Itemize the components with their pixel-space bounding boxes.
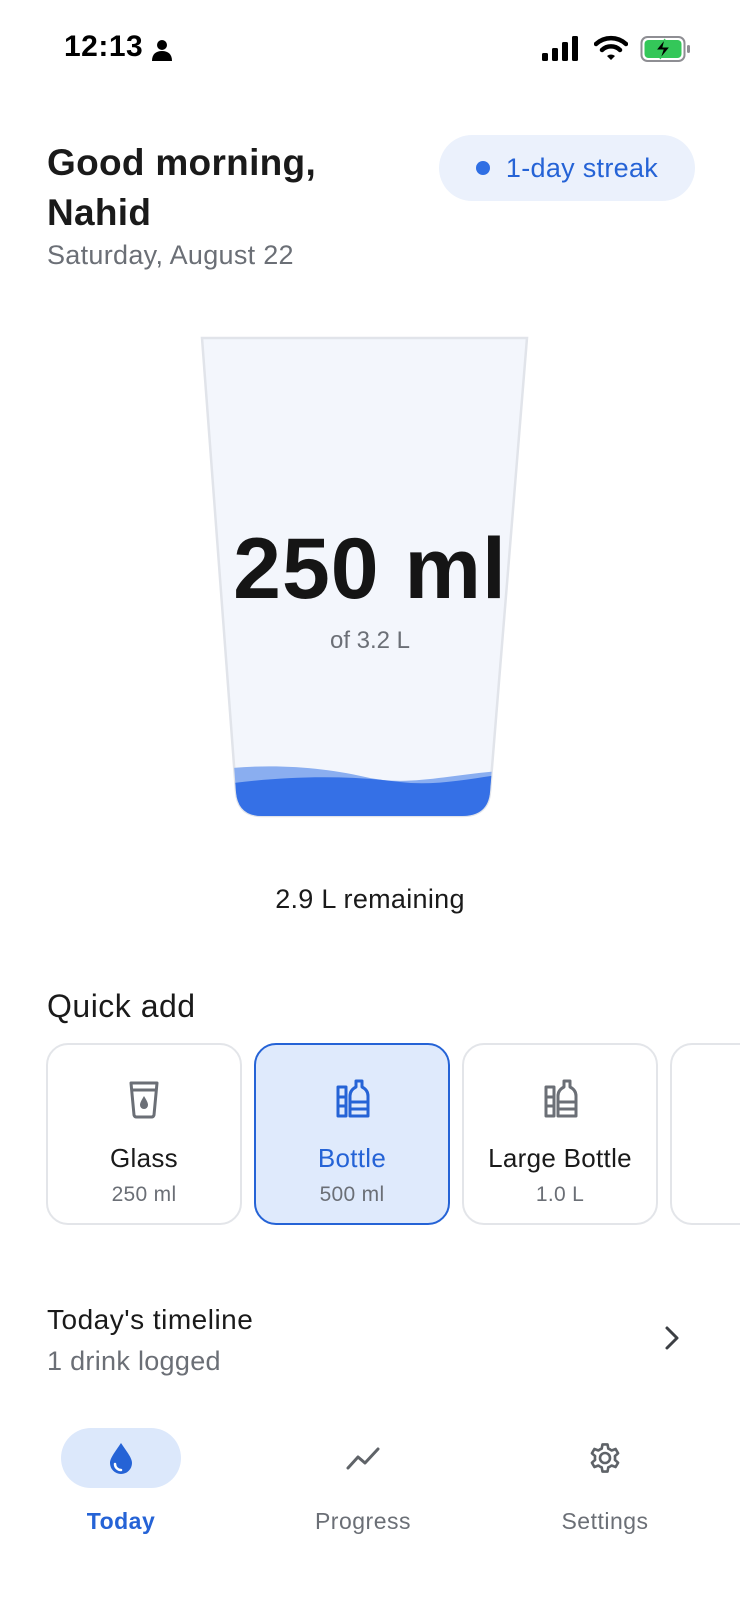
nav-label: Settings: [561, 1508, 649, 1534]
streak-label: 1-day streak: [505, 152, 659, 183]
quick-add-label: Glass: [110, 1143, 178, 1173]
streak-dot-icon: [475, 161, 490, 175]
quick-add-amount: 1.0 L: [535, 1183, 585, 1206]
trend-icon: [346, 1447, 380, 1470]
quick-add-large-bottle[interactable]: Large Bottle 1.0 L: [462, 1043, 658, 1225]
person-icon: [152, 40, 172, 61]
glass-icon: [129, 1081, 159, 1119]
timeline-title: Today's timeline: [47, 1304, 254, 1335]
signal-icon: [542, 36, 578, 61]
wifi-icon: [594, 35, 628, 60]
nav-tab-today[interactable]: Today: [31, 1420, 211, 1550]
quick-add-amount: 500 ml: [319, 1183, 385, 1206]
bottle-icon: [544, 1079, 578, 1118]
nav-tab-progress[interactable]: Progress: [273, 1420, 453, 1550]
battery-charging-icon: [640, 36, 690, 62]
current-date: Saturday, August 22: [47, 240, 294, 270]
quick-add-next-card[interactable]: [670, 1043, 740, 1225]
streak-badge[interactable]: 1-day streak: [439, 135, 695, 201]
intake-amount: 250 ml: [233, 521, 507, 617]
water-drop-icon: [110, 1443, 132, 1474]
nav-tab-settings[interactable]: Settings: [515, 1420, 695, 1550]
nav-label: Today: [86, 1508, 156, 1534]
gear-icon: [590, 1443, 620, 1473]
intake-goal: of 3.2 L: [329, 627, 411, 654]
quick-add-title: Quick add: [47, 988, 196, 1024]
quick-add-amount: 250 ml: [111, 1183, 177, 1206]
timeline-subtitle: 1 drink logged: [47, 1346, 221, 1376]
quick-add-bottle[interactable]: Bottle 500 ml: [254, 1043, 450, 1225]
status-time: 12:13: [64, 30, 144, 63]
bottom-navigation: Today Progress Settings: [0, 1420, 740, 1560]
quick-add-list: Glass 250 ml Bottle 500 ml Large Bottle …: [46, 1043, 740, 1225]
greeting-title: Good morning, Nahid: [47, 142, 317, 233]
chevron-right-icon: [665, 1326, 679, 1350]
quick-add-glass[interactable]: Glass 250 ml: [46, 1043, 242, 1225]
quick-add-label: Bottle: [317, 1143, 387, 1173]
bottle-icon: [336, 1079, 370, 1118]
remaining-text: 2.9 L remaining: [275, 884, 465, 914]
nav-label: Progress: [314, 1508, 412, 1534]
status-bar: 12:13: [0, 0, 740, 100]
timeline-row[interactable]: Today's timeline 1 drink logged: [0, 1290, 740, 1380]
quick-add-label: Large Bottle: [488, 1143, 632, 1173]
